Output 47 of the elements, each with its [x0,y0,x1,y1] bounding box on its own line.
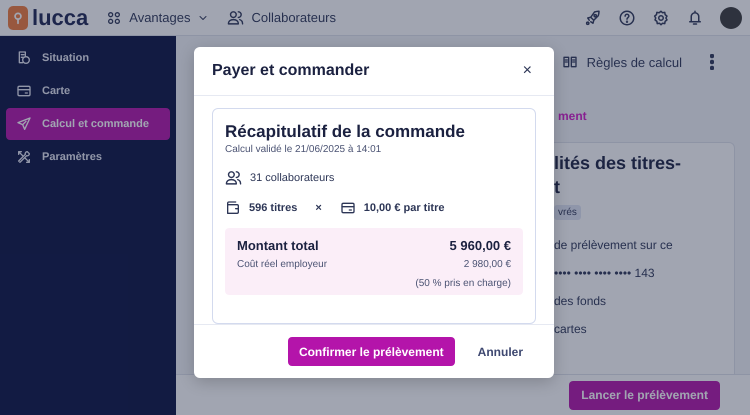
users-icon [225,169,242,186]
validation-date: Calcul validé le 21/06/2025 à 14:01 [225,144,382,155]
status-badge: vrés [554,205,581,220]
card-text: des fonds [554,294,606,308]
card-text: cartes [554,322,587,336]
settings-icon [652,8,670,26]
card-text: de prélèvement sur ce [554,238,673,252]
coverage-text: (50 % pris en charge) [415,278,511,289]
close-button[interactable]: × [522,62,532,80]
grid-icon [106,10,122,26]
dialog-title: Payer et commander [212,62,370,80]
tools-icon [16,149,32,165]
card-icon [340,200,356,216]
avatar[interactable] [720,6,742,28]
card-icon [16,83,32,99]
sidebar-item[interactable]: Carte [6,75,170,107]
sidebar-item[interactable]: Paramètres [6,141,170,173]
receipt-icon [16,50,32,66]
logo-text[interactable]: lucca [32,4,88,30]
wallet-icon [225,200,241,216]
send-icon [16,116,32,132]
summary-title: Récapitulatif de la commande [225,122,466,142]
book-icon [560,54,579,70]
unit-price: 10,00 € par titre [364,202,444,214]
voucher-count: 596 titres [249,202,298,214]
multiply-sign: × [315,202,322,214]
rocket-icon [584,8,602,26]
confirm-button[interactable]: Confirmer le prélèvement [288,337,455,366]
bell-icon [686,8,704,26]
total-label: Montant total [237,238,319,253]
cost-label: Coût réel employeur [237,259,328,270]
card-text: •••• •••• •••• •••• 143 [554,266,655,280]
nav-link[interactable]: Collaborateurs [251,10,336,25]
total-amount: 5 960,00 € [450,238,511,253]
users-icon [227,9,244,26]
calculation-rules-link[interactable]: Règles de calcul [586,54,682,70]
nav-link[interactable]: Avantages [129,10,190,25]
card-title: lités des titres- t [554,152,682,199]
cancel-button[interactable]: Annuler [466,337,534,366]
sidebar-item[interactable]: Calcul et commande [6,108,170,140]
employee-count: 31 collaborateurs [250,172,334,184]
launch-debit-button[interactable]: Lancer le prélèvement [569,380,720,410]
more-icon [710,54,714,70]
sidebar-item[interactable]: Situation [6,42,170,74]
help-icon [618,8,636,26]
tab[interactable]: ment [558,109,587,123]
cost-amount: 2 980,00 € [464,259,511,270]
